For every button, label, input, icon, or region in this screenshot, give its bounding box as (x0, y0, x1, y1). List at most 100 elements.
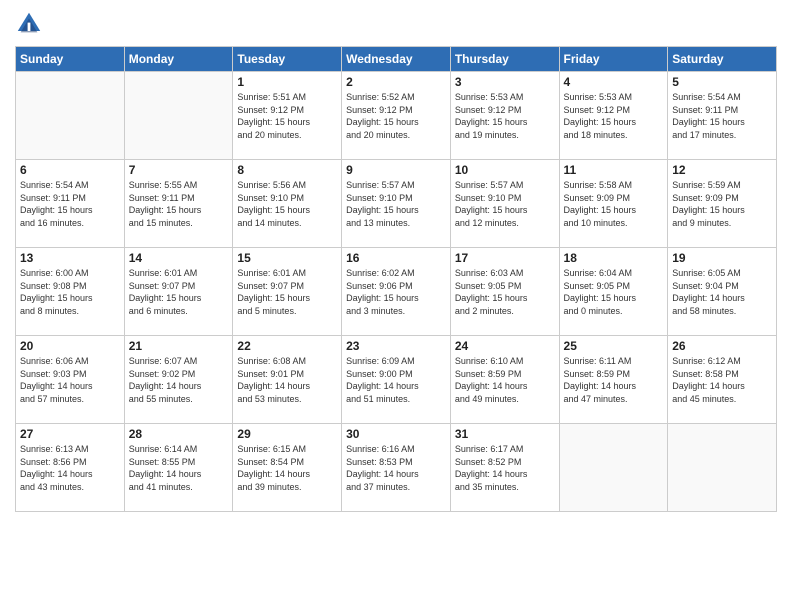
day-info: Sunrise: 6:00 AM Sunset: 9:08 PM Dayligh… (20, 267, 120, 317)
day-number: 4 (564, 75, 664, 89)
day-info: Sunrise: 6:08 AM Sunset: 9:01 PM Dayligh… (237, 355, 337, 405)
day-cell: 28 Sunrise: 6:14 AM Sunset: 8:55 PM Dayli… (124, 424, 233, 512)
day-number: 19 (672, 251, 772, 265)
day-info: Sunrise: 6:09 AM Sunset: 9:00 PM Dayligh… (346, 355, 446, 405)
day-number: 20 (20, 339, 120, 353)
week-row-4: 20 Sunrise: 6:06 AM Sunset: 9:03 PM Dayli… (16, 336, 777, 424)
day-info: Sunrise: 6:14 AM Sunset: 8:55 PM Dayligh… (129, 443, 229, 493)
day-info: Sunrise: 5:59 AM Sunset: 9:09 PM Dayligh… (672, 179, 772, 229)
day-info: Sunrise: 5:58 AM Sunset: 9:09 PM Dayligh… (564, 179, 664, 229)
day-number: 6 (20, 163, 120, 177)
day-number: 13 (20, 251, 120, 265)
day-number: 9 (346, 163, 446, 177)
day-number: 8 (237, 163, 337, 177)
day-cell: 6 Sunrise: 5:54 AM Sunset: 9:11 PM Daylig… (16, 160, 125, 248)
day-number: 22 (237, 339, 337, 353)
day-info: Sunrise: 6:11 AM Sunset: 8:59 PM Dayligh… (564, 355, 664, 405)
day-cell (559, 424, 668, 512)
day-number: 28 (129, 427, 229, 441)
week-row-3: 13 Sunrise: 6:00 AM Sunset: 9:08 PM Dayli… (16, 248, 777, 336)
day-cell: 26 Sunrise: 6:12 AM Sunset: 8:58 PM Dayli… (668, 336, 777, 424)
weekday-header-wednesday: Wednesday (342, 47, 451, 72)
day-info: Sunrise: 6:01 AM Sunset: 9:07 PM Dayligh… (129, 267, 229, 317)
day-info: Sunrise: 5:53 AM Sunset: 9:12 PM Dayligh… (564, 91, 664, 141)
day-info: Sunrise: 6:06 AM Sunset: 9:03 PM Dayligh… (20, 355, 120, 405)
day-number: 3 (455, 75, 555, 89)
day-info: Sunrise: 5:57 AM Sunset: 9:10 PM Dayligh… (455, 179, 555, 229)
day-cell: 19 Sunrise: 6:05 AM Sunset: 9:04 PM Dayli… (668, 248, 777, 336)
day-cell: 3 Sunrise: 5:53 AM Sunset: 9:12 PM Daylig… (450, 72, 559, 160)
page: SundayMondayTuesdayWednesdayThursdayFrid… (0, 0, 792, 612)
weekday-header-tuesday: Tuesday (233, 47, 342, 72)
day-cell: 27 Sunrise: 6:13 AM Sunset: 8:56 PM Dayli… (16, 424, 125, 512)
day-number: 18 (564, 251, 664, 265)
day-cell: 9 Sunrise: 5:57 AM Sunset: 9:10 PM Daylig… (342, 160, 451, 248)
day-number: 27 (20, 427, 120, 441)
logo (15, 10, 46, 38)
day-number: 7 (129, 163, 229, 177)
day-number: 26 (672, 339, 772, 353)
calendar: SundayMondayTuesdayWednesdayThursdayFrid… (15, 46, 777, 512)
day-cell: 1 Sunrise: 5:51 AM Sunset: 9:12 PM Daylig… (233, 72, 342, 160)
day-info: Sunrise: 6:10 AM Sunset: 8:59 PM Dayligh… (455, 355, 555, 405)
day-number: 10 (455, 163, 555, 177)
day-info: Sunrise: 6:01 AM Sunset: 9:07 PM Dayligh… (237, 267, 337, 317)
weekday-header-monday: Monday (124, 47, 233, 72)
week-row-5: 27 Sunrise: 6:13 AM Sunset: 8:56 PM Dayli… (16, 424, 777, 512)
day-number: 14 (129, 251, 229, 265)
day-cell: 21 Sunrise: 6:07 AM Sunset: 9:02 PM Dayli… (124, 336, 233, 424)
day-number: 17 (455, 251, 555, 265)
day-number: 31 (455, 427, 555, 441)
day-info: Sunrise: 5:52 AM Sunset: 9:12 PM Dayligh… (346, 91, 446, 141)
weekday-header-thursday: Thursday (450, 47, 559, 72)
day-info: Sunrise: 6:12 AM Sunset: 8:58 PM Dayligh… (672, 355, 772, 405)
weekday-header-row: SundayMondayTuesdayWednesdayThursdayFrid… (16, 47, 777, 72)
day-cell: 25 Sunrise: 6:11 AM Sunset: 8:59 PM Dayli… (559, 336, 668, 424)
day-cell: 29Sunrise: 6:15 AM Sunset: 8:54 PM Dayli… (233, 424, 342, 512)
day-cell: 22 Sunrise: 6:08 AM Sunset: 9:01 PM Dayli… (233, 336, 342, 424)
day-cell (124, 72, 233, 160)
day-info: Sunrise: 6:05 AM Sunset: 9:04 PM Dayligh… (672, 267, 772, 317)
day-info: Sunrise: 5:53 AM Sunset: 9:12 PM Dayligh… (455, 91, 555, 141)
day-cell: 16Sunrise: 6:02 AM Sunset: 9:06 PM Dayli… (342, 248, 451, 336)
day-info: Sunrise: 5:57 AM Sunset: 9:10 PM Dayligh… (346, 179, 446, 229)
day-number: 12 (672, 163, 772, 177)
day-cell: 30Sunrise: 6:16 AM Sunset: 8:53 PM Dayli… (342, 424, 451, 512)
day-number: 1 (237, 75, 337, 89)
day-cell: 4 Sunrise: 5:53 AM Sunset: 9:12 PM Daylig… (559, 72, 668, 160)
day-info: Sunrise: 6:07 AM Sunset: 9:02 PM Dayligh… (129, 355, 229, 405)
day-info: Sunrise: 5:54 AM Sunset: 9:11 PM Dayligh… (672, 91, 772, 141)
day-cell: 17Sunrise: 6:03 AM Sunset: 9:05 PM Dayli… (450, 248, 559, 336)
day-info: Sunrise: 6:17 AM Sunset: 8:52 PM Dayligh… (455, 443, 555, 493)
day-number: 25 (564, 339, 664, 353)
day-info: Sunrise: 5:51 AM Sunset: 9:12 PM Dayligh… (237, 91, 337, 141)
day-cell: 2 Sunrise: 5:52 AM Sunset: 9:12 PM Daylig… (342, 72, 451, 160)
day-number: 15 (237, 251, 337, 265)
day-cell: 5Sunrise: 5:54 AM Sunset: 9:11 PM Daylig… (668, 72, 777, 160)
weekday-header-saturday: Saturday (668, 47, 777, 72)
day-number: 23 (346, 339, 446, 353)
day-cell: 18 Sunrise: 6:04 AM Sunset: 9:05 PM Dayli… (559, 248, 668, 336)
day-cell: 23 Sunrise: 6:09 AM Sunset: 9:00 PM Dayli… (342, 336, 451, 424)
week-row-1: 1 Sunrise: 5:51 AM Sunset: 9:12 PM Daylig… (16, 72, 777, 160)
header (15, 10, 777, 38)
day-info: Sunrise: 5:54 AM Sunset: 9:11 PM Dayligh… (20, 179, 120, 229)
day-info: Sunrise: 6:13 AM Sunset: 8:56 PM Dayligh… (20, 443, 120, 493)
day-cell (16, 72, 125, 160)
day-number: 21 (129, 339, 229, 353)
day-cell: 12 Sunrise: 5:59 AM Sunset: 9:09 PM Dayli… (668, 160, 777, 248)
day-number: 2 (346, 75, 446, 89)
day-cell: 20 Sunrise: 6:06 AM Sunset: 9:03 PM Dayli… (16, 336, 125, 424)
weekday-header-friday: Friday (559, 47, 668, 72)
day-cell: 24Sunrise: 6:10 AM Sunset: 8:59 PM Dayli… (450, 336, 559, 424)
day-number: 16 (346, 251, 446, 265)
day-info: Sunrise: 5:56 AM Sunset: 9:10 PM Dayligh… (237, 179, 337, 229)
day-cell (668, 424, 777, 512)
week-row-2: 6 Sunrise: 5:54 AM Sunset: 9:11 PM Daylig… (16, 160, 777, 248)
day-number: 11 (564, 163, 664, 177)
day-info: Sunrise: 6:04 AM Sunset: 9:05 PM Dayligh… (564, 267, 664, 317)
day-cell: 15 Sunrise: 6:01 AM Sunset: 9:07 PM Dayli… (233, 248, 342, 336)
day-cell: 10 Sunrise: 5:57 AM Sunset: 9:10 PM Dayli… (450, 160, 559, 248)
day-cell: 13 Sunrise: 6:00 AM Sunset: 9:08 PM Dayli… (16, 248, 125, 336)
day-info: Sunrise: 6:16 AM Sunset: 8:53 PM Dayligh… (346, 443, 446, 493)
